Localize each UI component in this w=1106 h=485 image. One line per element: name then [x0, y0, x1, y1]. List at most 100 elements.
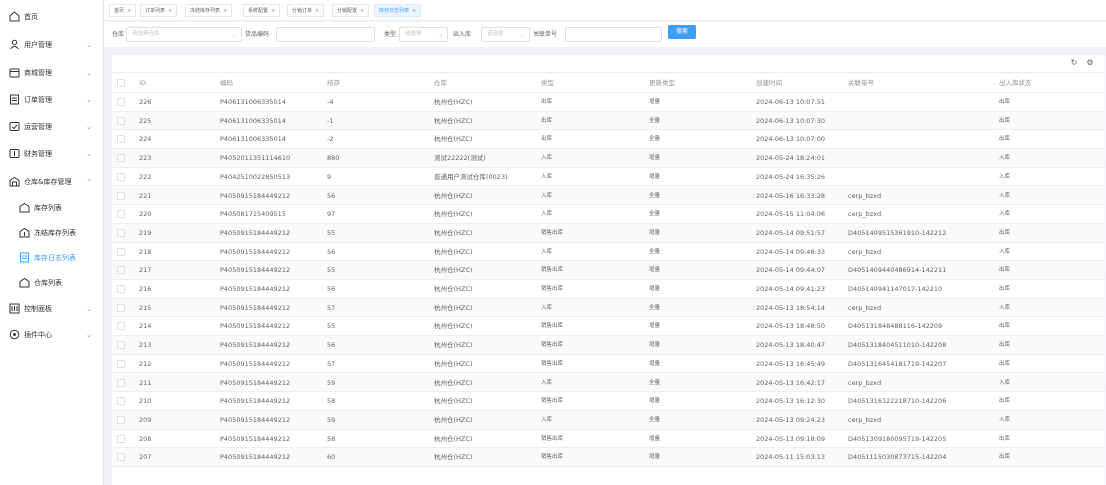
sidebar-subitem-1[interactable]: 冻结库存列表 [0, 222, 104, 244]
sidebar-item-0[interactable]: 首页 [0, 6, 104, 28]
sidebar-item-5[interactable]: 财务管理 ⌄ [0, 143, 104, 165]
refresh-icon[interactable]: ↻ [1069, 58, 1079, 68]
row-checkbox[interactable] [117, 191, 125, 200]
close-icon[interactable]: × [223, 8, 227, 14]
column-header[interactable]: 创建时间 [756, 74, 782, 92]
table-cell: 入库 [999, 155, 1011, 162]
table-row[interactable]: 223 P4052011351114610 880 测试22222(测试) 入库 增量 20… [112, 149, 1105, 168]
column-header[interactable]: 类型 [541, 74, 554, 92]
tab-6[interactable]: 库存日志列表 × [374, 4, 422, 17]
row-checkbox[interactable] [117, 397, 125, 406]
ref-input[interactable] [565, 27, 662, 42]
inout-select[interactable]: 请选择 ⌄ [481, 27, 530, 42]
row-checkbox[interactable] [117, 98, 125, 106]
row-checkbox[interactable] [117, 135, 125, 144]
table-row[interactable]: 222 P4042510022850513 9 普通用户测试仓库(0023) 入库 增量 2… [112, 168, 1105, 187]
warehouse-select[interactable]: 请选择仓库 ⌄ [126, 27, 242, 42]
table-cell: cerp_bzxd [848, 210, 882, 219]
close-icon[interactable]: × [271, 8, 275, 14]
column-settings-icon[interactable]: ⚙ [1085, 58, 1095, 68]
table-cell: 出库 [999, 286, 1011, 292]
row-checkbox[interactable] [117, 172, 125, 181]
table-row[interactable]: 208 P4050915184449212 58 杭州仓(HZC) 销售出库 增量 2024… [112, 430, 1105, 449]
row-checkbox[interactable] [117, 415, 125, 424]
tab-3[interactable]: 系统配置 × [243, 4, 281, 17]
table-cell: 59 [327, 415, 336, 424]
type-select[interactable]: 请选择 ⌄ [399, 27, 448, 42]
table-row[interactable]: 211 P4050915184449212 59 杭州仓(HZC) 入库 全量 2024-0… [112, 373, 1105, 393]
column-header[interactable]: 出入库状态 [999, 74, 1032, 92]
row-checkbox[interactable] [117, 322, 125, 331]
sidebar-item-6[interactable]: 仓库&库存管理 ⌃ [0, 171, 104, 193]
sidebar-item-4[interactable]: 运营管理 ⌄ [0, 116, 104, 138]
row-checkbox[interactable] [117, 247, 125, 256]
sidebar-item-label: 仓库&库存管理 [24, 178, 72, 186]
row-checkbox[interactable] [117, 210, 125, 219]
tab-5[interactable]: 分销配置 × [332, 4, 370, 17]
column-header[interactable]: 仓库 [434, 74, 447, 92]
sidebar-subitem-label: 冻结库存列表 [34, 229, 76, 237]
table-row[interactable]: 207 P4050915184449212 60 杭州仓(HZC) 销售出库 增量 2024… [112, 448, 1105, 467]
row-checkbox[interactable] [117, 266, 125, 275]
table-row[interactable]: 210 P4050915184449212 58 杭州仓(HZC) 销售出库 增量 2024… [112, 392, 1105, 411]
close-icon[interactable]: × [127, 8, 131, 14]
table-row[interactable]: 221 P4050915184449212 56 杭州仓(HZC) 入库 全量 2024-0… [112, 186, 1105, 206]
sidebar-item-3[interactable]: 订单管理 ⌄ [0, 89, 104, 111]
table-row[interactable]: 216 P4050915184449212 56 杭州仓(HZC) 销售出库 增量 2024… [112, 280, 1105, 299]
row-checkbox[interactable] [117, 341, 125, 350]
row-checkbox[interactable] [117, 378, 125, 387]
close-icon[interactable]: × [168, 8, 172, 14]
sidebar-subitem-3[interactable]: 仓库列表 [0, 272, 104, 294]
table-row[interactable]: 213 P4050915184449212 56 杭州仓(HZC) 销售出库 增量 2024… [112, 336, 1105, 355]
table-row[interactable]: 224 P406131006335014 -2 杭州仓(HZC) 出库 全量 2024-06… [112, 130, 1105, 150]
table-cell: 55 [327, 322, 336, 331]
table-row[interactable]: 212 P4050915184449212 57 杭州仓(HZC) 销售出库 增量 2024… [112, 355, 1105, 374]
row-checkbox[interactable] [117, 434, 125, 443]
sidebar-bottom-item-1[interactable]: 插件中心 ⌄ [0, 324, 104, 346]
table-row[interactable]: 215 P4050915184449212 57 杭州仓(HZC) 入库 全量 2024-0… [112, 298, 1105, 318]
table-cell: -1 [327, 116, 334, 125]
column-header[interactable]: 编码 [220, 74, 233, 92]
chevron-down-icon: ⌄ [437, 31, 443, 38]
table-row[interactable]: 219 P4050915184449212 55 杭州仓(HZC) 销售出库 增量 2024… [112, 223, 1105, 243]
table-cell: 全量 [649, 117, 661, 124]
close-icon[interactable]: × [315, 8, 319, 14]
row-checkbox[interactable] [117, 228, 125, 237]
table-row[interactable]: 226 P406131006335014 -4 杭州仓(HZC) 出库 增量 2024-06… [112, 93, 1105, 112]
tab-1[interactable]: 订单列表 × [140, 4, 178, 17]
sidebar-item-1[interactable]: 用户管理 ⌄ [0, 34, 104, 56]
table-row[interactable]: 218 P4050915184449212 56 杭州仓(HZC) 入库 全量 2024-0… [112, 243, 1105, 262]
row-checkbox[interactable] [117, 116, 125, 125]
row-checkbox[interactable] [117, 303, 125, 312]
column-header[interactable]: 结存 [327, 74, 340, 92]
table-row[interactable]: 220 P405081715409515 97 杭州仓(HZC) 入库 全量 2024-05… [112, 205, 1105, 224]
sidebar-item-2[interactable]: 商城管理 ⌄ [0, 62, 104, 84]
close-icon[interactable]: × [412, 8, 416, 14]
tab-0[interactable]: 首页 × [109, 4, 137, 17]
row-checkbox[interactable] [117, 359, 125, 368]
table-row[interactable]: 209 P4050915184449212 59 杭州仓(HZC) 入库 全量 2024-0… [112, 410, 1105, 430]
tab-2[interactable]: 冻结库存列表 × [185, 4, 233, 17]
select-all-checkbox[interactable] [117, 79, 125, 87]
row-checkbox[interactable] [117, 453, 125, 462]
column-header[interactable]: ID [139, 74, 146, 92]
column-header[interactable]: 关联单号 [848, 74, 874, 92]
sidebar-subitem-0[interactable]: 库存列表 [0, 197, 104, 219]
table-cell: 全量 [649, 136, 661, 143]
sku-input[interactable] [276, 27, 375, 42]
table-cell: 208 [139, 434, 152, 443]
tab-4[interactable]: 分销订单 × [287, 4, 325, 17]
table-cell: 增量 [649, 342, 661, 349]
close-icon[interactable]: × [360, 8, 364, 14]
table-cell: 2024-05-14 09:51:57 [756, 228, 826, 237]
column-header[interactable]: 更新类型 [649, 74, 675, 92]
sidebar-bottom-item-0[interactable]: 控制面板 ⌄ [0, 298, 104, 320]
sidebar-subitem-2[interactable]: 库存日志列表 [0, 247, 104, 269]
table-row[interactable]: 214 P4050915184449212 55 杭州仓(HZC) 销售出库 增量 2024… [112, 317, 1105, 337]
table-row[interactable]: 225 P406131006335014 -1 杭州仓(HZC) 出库 全量 2024-06… [112, 111, 1105, 131]
row-checkbox[interactable] [117, 154, 125, 163]
row-checkbox[interactable] [117, 285, 125, 293]
table-row[interactable]: 217 P4050915184449212 55 杭州仓(HZC) 销售出库 增量 2024… [112, 261, 1105, 280]
table-cell: 2024-05-11 15:03:13 [756, 453, 826, 462]
search-button[interactable]: 搜索 [668, 25, 696, 39]
